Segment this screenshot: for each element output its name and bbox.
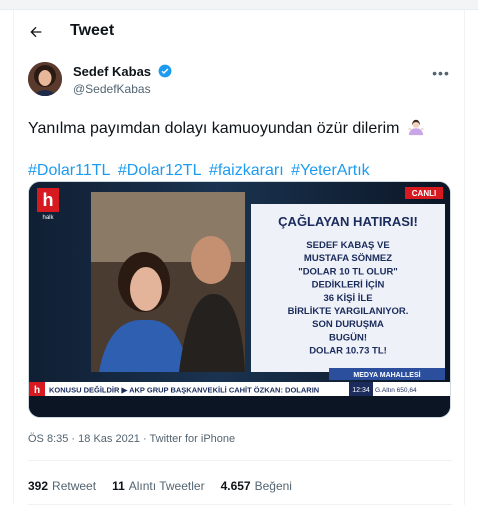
channel-sub-text: halk [42, 215, 54, 221]
tv-screenshot: h halk CANLI ÇAĞLAYAN HATIRASI! SEDEF KA… [29, 182, 450, 417]
tweet-meta: ÖS 8:35 · 18 Kas 2021 · Twitter for iPho… [28, 433, 236, 445]
media-body-line: MUSTAFA SÖNMEZ [304, 253, 392, 264]
tweet-page: Tweet Sedef Kabas @SedefKabas ••• Yanılm… [13, 10, 465, 505]
tweet-media-image[interactable]: h halk CANLI ÇAĞLAYAN HATIRASI! SEDEF KA… [28, 181, 451, 418]
tweet-stats: 392 Retweet 11 Alıntı Tweetler 4.657 Beğeni [28, 479, 292, 493]
woman-shrugging-emoji-icon [408, 119, 424, 136]
media-body-line: BİRLİKTE YARGILANIYOR. [288, 306, 409, 317]
live-badge-text: CANLI [412, 189, 436, 198]
tweet-source[interactable]: Twitter for iPhone [150, 433, 236, 445]
divider [28, 460, 452, 461]
media-body-line: DOLAR 10.73 TL! [309, 346, 387, 357]
page-title: Tweet [70, 22, 115, 39]
hashtag-yeterartik[interactable]: #YeterArtık [291, 162, 370, 179]
author-handle[interactable]: @SedefKabas [73, 82, 151, 96]
tweet-time[interactable]: ÖS 8:35 [28, 433, 68, 445]
hashtag-dolar12tl[interactable]: #Dolar12TL [118, 162, 202, 179]
tweet-header: Tweet [14, 10, 464, 53]
more-dots-icon: ••• [432, 65, 450, 81]
hashtag-faizkarari[interactable]: #faizkararı [209, 162, 284, 179]
media-body-line: 36 KİŞİ İLE [323, 293, 372, 304]
hashtag-dolar11tl[interactable]: #Dolar11TL [28, 162, 110, 179]
author-name[interactable]: Sedef Kabas [73, 64, 151, 79]
tweet-author: Sedef Kabas @SedefKabas ••• [28, 62, 452, 108]
tweet-text: Yanılma payımdan dolayı kamuoyundan özür… [28, 118, 452, 140]
avatar[interactable] [28, 62, 62, 96]
program-name: MEDYA MAHALLESİ [353, 371, 420, 379]
media-body-line: BUGÜN! [329, 332, 367, 343]
browser-topbar [0, 0, 478, 10]
news-ticker: KONUSU DEĞİLDİR ▶ AKP GRUP BAŞKANVEKİLİ … [49, 386, 319, 395]
media-body-line: SEDEF KABAŞ VE [306, 240, 389, 251]
like-count[interactable]: 4.657 Beğeni [221, 479, 292, 493]
media-body-line: "DOLAR 10 TL OLUR" [298, 266, 398, 277]
arrow-left-icon [30, 26, 42, 38]
svg-text:h: h [34, 385, 40, 396]
media-headline: ÇAĞLAYAN HATIRASI! [278, 214, 418, 229]
tweet-date[interactable]: 18 Kas 2021 [78, 433, 140, 445]
more-options-button[interactable]: ••• [430, 64, 452, 82]
quote-tweet-count[interactable]: 11 Alıntı Tweetler [112, 479, 205, 493]
ticker-clock: 12:34 [352, 387, 370, 394]
channel-logo-text: h [43, 190, 54, 210]
media-body-line: SON DURUŞMA [312, 319, 384, 330]
verified-badge-icon [158, 64, 172, 78]
media-body-line: DEDİKLERİ İÇİN [312, 280, 385, 291]
hashtag-row: #Dolar11TL #Dolar12TL #faizkararı #Yeter… [28, 160, 452, 182]
retweet-count[interactable]: 392 Retweet [28, 479, 96, 493]
back-button[interactable] [22, 18, 50, 46]
ticker-gold-price: G.Altın 650,64 [375, 387, 417, 394]
tweet-text-body: Yanılma payımdan dolayı kamuoyundan özür… [28, 120, 400, 137]
